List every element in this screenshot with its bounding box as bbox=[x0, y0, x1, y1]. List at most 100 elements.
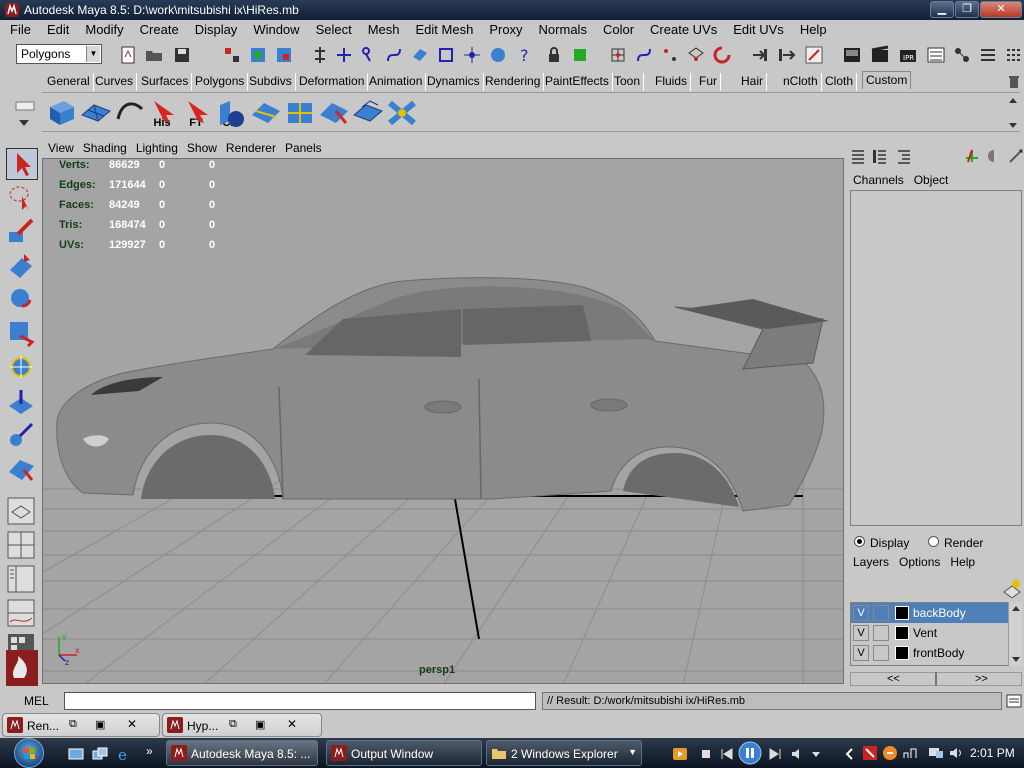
mute-dropdown-icon[interactable] bbox=[808, 746, 824, 762]
taskbar-item[interactable]: Autodesk Maya 8.5: ... bbox=[166, 740, 318, 766]
select-surface-icon[interactable] bbox=[410, 45, 430, 65]
construction-history-icon[interactable] bbox=[804, 45, 824, 65]
soft-mod-tool[interactable] bbox=[6, 386, 38, 418]
shelf-menu[interactable] bbox=[14, 96, 38, 132]
channels-menu[interactable]: Channels bbox=[848, 172, 909, 190]
volume-icon[interactable] bbox=[790, 746, 806, 762]
viewport-menu-panels[interactable]: Panels bbox=[279, 140, 325, 158]
shelf-plane-button[interactable] bbox=[80, 97, 112, 129]
layer-row[interactable]: V backBody bbox=[851, 603, 1009, 623]
snap-grid-icon[interactable] bbox=[608, 45, 628, 65]
minimize-button[interactable]: ▁ bbox=[930, 1, 954, 18]
display-monitor-icon[interactable] bbox=[928, 745, 944, 761]
select-component-icon[interactable] bbox=[274, 45, 294, 65]
attribute-list-icon[interactable] bbox=[872, 148, 888, 164]
menu-mesh[interactable]: Mesh bbox=[358, 20, 406, 40]
previous-track-icon[interactable] bbox=[718, 746, 734, 762]
render-icon[interactable] bbox=[870, 45, 890, 65]
menu-edit-uvs[interactable]: Edit UVs bbox=[723, 20, 790, 40]
save-scene-icon[interactable] bbox=[172, 45, 192, 65]
menu-window[interactable]: Window bbox=[243, 20, 305, 40]
script-editor-icon[interactable] bbox=[1006, 693, 1022, 709]
shelf-tab-painteffects[interactable]: PaintEffects bbox=[542, 73, 613, 91]
object-menu[interactable]: Object bbox=[909, 172, 954, 190]
snap-curve-icon[interactable] bbox=[634, 45, 654, 65]
menu-create[interactable]: Create bbox=[130, 20, 185, 40]
pause-icon[interactable] bbox=[738, 741, 762, 765]
restore-icon[interactable]: ⧉ bbox=[229, 718, 237, 731]
layout-graph-button[interactable] bbox=[6, 598, 38, 630]
shading-sphere-icon[interactable] bbox=[986, 148, 1002, 164]
shelf-ft-button[interactable]: FT bbox=[148, 97, 203, 129]
media-player-icon[interactable] bbox=[672, 746, 688, 762]
select-handle-icon[interactable] bbox=[334, 45, 354, 65]
paint-select-tool[interactable] bbox=[6, 216, 38, 248]
shelf-tab-deformation[interactable]: Deformation bbox=[296, 73, 369, 91]
menu-color[interactable]: Color bbox=[593, 20, 640, 40]
shelf-tab-subdivs[interactable]: Subdivs bbox=[246, 73, 296, 91]
shelf-extrude-button[interactable] bbox=[352, 97, 384, 129]
scale-tool[interactable] bbox=[6, 318, 38, 350]
open-scene-icon[interactable] bbox=[144, 45, 164, 65]
tray-expand-icon[interactable] bbox=[842, 746, 858, 762]
output-ops-icon[interactable] bbox=[776, 45, 796, 65]
internet-explorer-icon[interactable]: e bbox=[116, 746, 132, 762]
shelf-tab-fluids[interactable]: Fluids bbox=[652, 73, 692, 91]
layer-visibility-toggle[interactable]: V bbox=[853, 605, 869, 621]
command-language-toggle[interactable]: MEL bbox=[24, 694, 49, 708]
stop-icon[interactable] bbox=[698, 746, 714, 762]
close-button[interactable]: ✕ bbox=[980, 1, 1022, 18]
minimized-window[interactable]: Ren... ⧉ ▣ ✕ bbox=[2, 713, 160, 737]
layer-color-swatch[interactable] bbox=[895, 626, 909, 640]
shelf-tab-toon[interactable]: Toon bbox=[611, 73, 645, 91]
layer-visibility-toggle[interactable]: V bbox=[853, 645, 869, 661]
shelf-tab-polygons[interactable]: Polygons bbox=[192, 73, 249, 91]
lock-selection-icon[interactable] bbox=[310, 45, 330, 65]
shelf-tab-dynamics[interactable]: Dynamics bbox=[424, 73, 484, 91]
make-live-icon[interactable] bbox=[712, 45, 732, 65]
quick-launch-more[interactable]: » bbox=[146, 744, 153, 758]
shelf-cut-faces-button[interactable] bbox=[318, 97, 350, 129]
trash-icon[interactable] bbox=[1006, 73, 1022, 89]
shelf-split-button[interactable] bbox=[250, 97, 282, 129]
last-tool[interactable] bbox=[6, 454, 38, 486]
menu-help[interactable]: Help bbox=[790, 20, 833, 40]
update-icon[interactable] bbox=[882, 745, 898, 761]
shelf-tab-cloth[interactable]: Cloth bbox=[822, 73, 858, 91]
scroll-left-button[interactable]: << bbox=[887, 673, 900, 685]
select-dynamics-icon[interactable] bbox=[462, 45, 482, 65]
viewport-menu-view[interactable]: View bbox=[42, 140, 77, 158]
layer-type-toggle[interactable] bbox=[873, 625, 889, 641]
shelf-scroll[interactable] bbox=[1006, 95, 1020, 131]
select-tool[interactable] bbox=[6, 148, 38, 180]
wand-icon[interactable] bbox=[1008, 148, 1024, 164]
tool-settings-icon[interactable] bbox=[1004, 45, 1024, 65]
layers-menu[interactable]: Layers bbox=[848, 554, 894, 572]
shelf-tab-general[interactable]: General bbox=[44, 73, 94, 91]
rotate-tool[interactable] bbox=[6, 284, 38, 316]
antivirus-icon[interactable] bbox=[862, 745, 878, 761]
display-radio[interactable] bbox=[854, 536, 865, 547]
shelf-tab-surfaces[interactable]: Surfaces bbox=[138, 73, 193, 91]
select-deformer-icon[interactable] bbox=[436, 45, 456, 65]
shelf-his-button[interactable]: His bbox=[114, 97, 171, 129]
shelf-tab-hair[interactable]: Hair bbox=[738, 73, 768, 91]
layer-help-menu[interactable]: Help bbox=[945, 554, 980, 572]
menu-create-uvs[interactable]: Create UVs bbox=[640, 20, 723, 40]
shelf-tab-rendering[interactable]: Rendering bbox=[482, 73, 545, 91]
restore-icon[interactable]: ⧉ bbox=[69, 718, 77, 731]
menu-set-dropdown[interactable]: Polygons ▼ bbox=[16, 44, 102, 64]
taskbar-item[interactable]: 2 Windows Explorer ▼ bbox=[486, 740, 642, 766]
shelf-tab-curves[interactable]: Curves bbox=[92, 73, 138, 91]
layer-color-swatch[interactable] bbox=[895, 606, 909, 620]
layer-editor-icon[interactable] bbox=[896, 148, 912, 164]
close-icon[interactable]: ✕ bbox=[127, 717, 137, 731]
input-ops-icon[interactable] bbox=[750, 45, 770, 65]
command-input[interactable] bbox=[64, 692, 536, 710]
speaker-icon[interactable] bbox=[948, 745, 964, 761]
show-desktop-icon[interactable] bbox=[68, 746, 84, 762]
layout-single-button[interactable] bbox=[6, 496, 38, 528]
select-misc-icon[interactable]: ? bbox=[514, 45, 534, 65]
layer-type-toggle[interactable] bbox=[873, 645, 889, 661]
shelf-combine-button[interactable] bbox=[216, 97, 248, 129]
